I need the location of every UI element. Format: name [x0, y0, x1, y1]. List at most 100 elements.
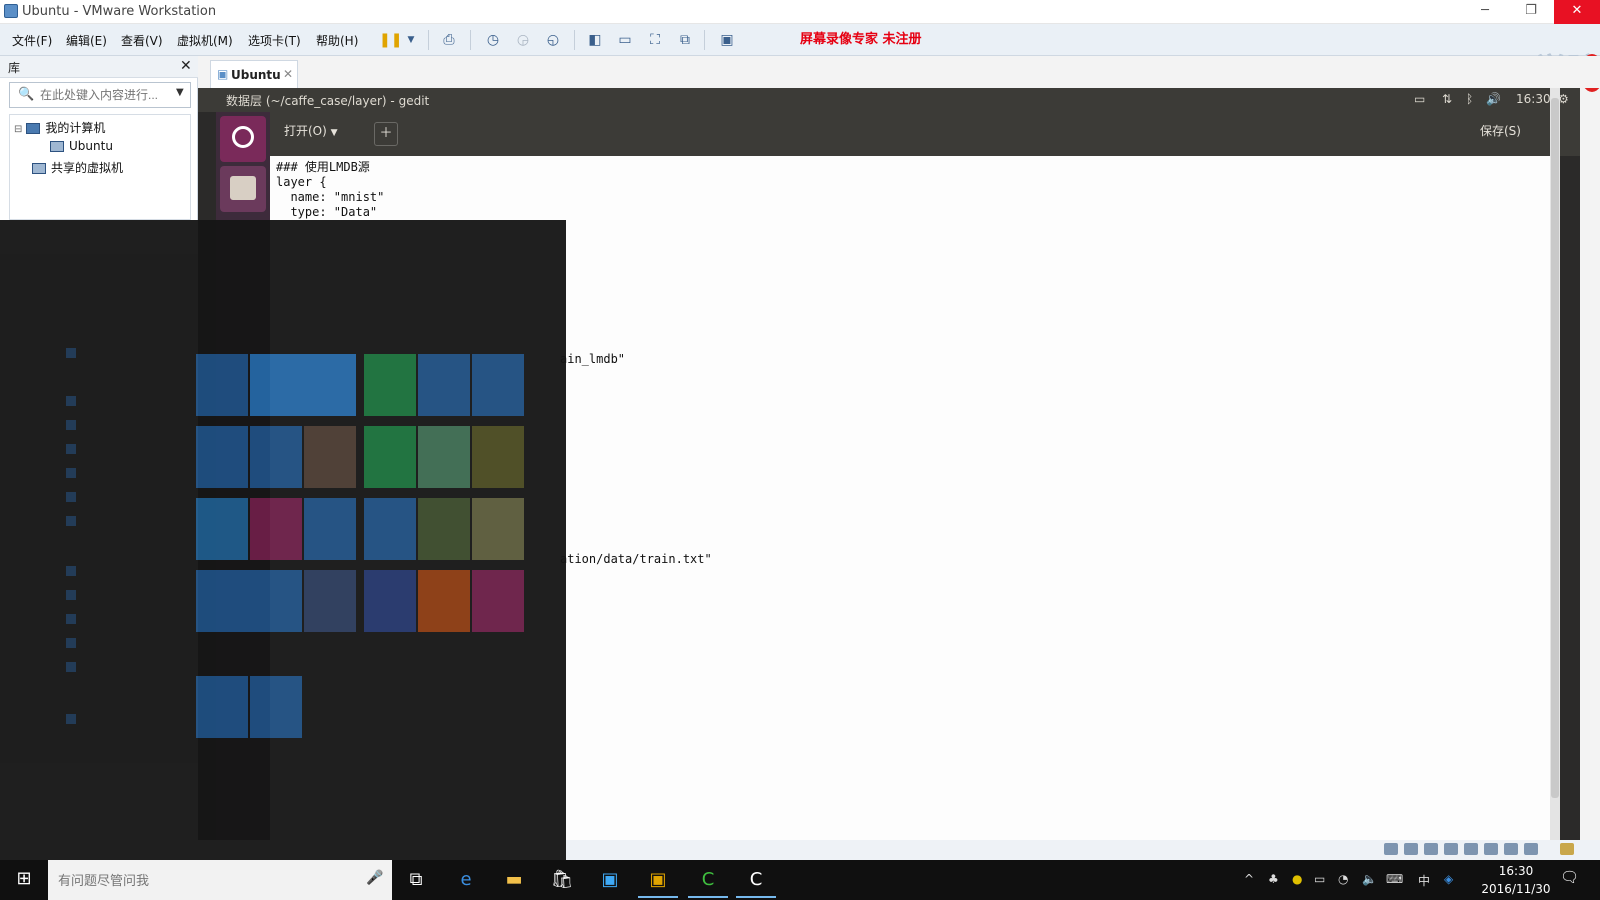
- tile-extra-2[interactable]: [250, 676, 302, 738]
- tile-game2[interactable]: [418, 498, 470, 560]
- display-icon[interactable]: [1524, 843, 1538, 855]
- taskbar-clock-date[interactable]: 2016/11/30: [1476, 882, 1556, 896]
- file-explorer-icon[interactable]: ▬: [494, 864, 534, 898]
- vertical-scrollbar[interactable]: [1550, 88, 1560, 840]
- tile-store[interactable]: [196, 570, 302, 632]
- tray-app-icon[interactable]: ♣: [1268, 872, 1279, 886]
- tab-ubuntu[interactable]: ▣ Ubuntu ✕: [210, 60, 298, 88]
- app-list-icon[interactable]: [66, 396, 76, 406]
- hdd-icon[interactable]: [1384, 843, 1398, 855]
- app-list-icon[interactable]: [66, 348, 76, 358]
- wifi-icon[interactable]: ◔: [1338, 872, 1348, 886]
- app-list-icon[interactable]: [66, 614, 76, 624]
- app-list-icon[interactable]: [66, 714, 76, 724]
- ubuntu-dash-icon[interactable]: [220, 116, 266, 162]
- green-app-icon[interactable]: C: [688, 864, 728, 898]
- store-icon[interactable]: 🛍: [542, 864, 582, 898]
- app-list-icon[interactable]: [66, 420, 76, 430]
- unity-icon[interactable]: ⧉: [674, 29, 696, 51]
- tile-maps[interactable]: [196, 498, 248, 560]
- pause-icon[interactable]: ❚❚: [378, 29, 402, 51]
- start-menu[interactable]: [0, 220, 566, 860]
- tile-game3[interactable]: [472, 498, 524, 560]
- tile-mail[interactable]: [250, 354, 356, 416]
- chevron-down-icon[interactable]: ▼: [176, 87, 184, 98]
- tile-xbox[interactable]: [364, 426, 416, 488]
- open-button[interactable]: 打开(O) ▼: [284, 122, 354, 146]
- tile-music[interactable]: [250, 498, 302, 560]
- collapse-icon[interactable]: ⊟: [14, 124, 22, 135]
- tile-game4[interactable]: [364, 570, 416, 632]
- files-icon[interactable]: [220, 166, 266, 212]
- library-search-input[interactable]: [40, 87, 170, 103]
- sound-card-icon[interactable]: [1484, 843, 1498, 855]
- bluetooth-icon[interactable]: ᛒ: [1466, 92, 1473, 106]
- tile-game[interactable]: [472, 426, 524, 488]
- tile-skype[interactable]: [364, 498, 416, 560]
- vmware-taskbar-icon[interactable]: ▣: [638, 864, 678, 898]
- tree-item-shared-vms[interactable]: 共享的虚拟机: [32, 159, 123, 176]
- console-view-icon[interactable]: ▣: [716, 29, 738, 51]
- menu-vm[interactable]: 虚拟机(M): [177, 32, 233, 49]
- menu-help[interactable]: 帮助(H): [316, 32, 358, 49]
- new-tab-button[interactable]: ＋: [374, 122, 398, 146]
- app-list-icon[interactable]: [66, 638, 76, 648]
- cortana-search-input[interactable]: [58, 871, 358, 889]
- tree-item-my-computer[interactable]: ⊟ 我的计算机: [14, 119, 105, 136]
- app-list-icon[interactable]: [66, 662, 76, 672]
- app-list-icon[interactable]: [66, 516, 76, 526]
- network-icon[interactable]: ⇅: [1442, 92, 1452, 106]
- camtasia-icon[interactable]: C: [736, 864, 776, 898]
- microphone-icon[interactable]: 🎤: [366, 870, 383, 886]
- floppy-icon[interactable]: [1424, 843, 1438, 855]
- tile-minecraft[interactable]: [364, 354, 416, 416]
- snapshot-icon[interactable]: ◷: [482, 29, 504, 51]
- tile-candy[interactable]: [418, 426, 470, 488]
- app-icon-blue[interactable]: ▣: [590, 864, 630, 898]
- shield-icon[interactable]: ◈: [1444, 872, 1453, 886]
- close-button[interactable]: ✕: [1554, 0, 1600, 24]
- keyboard-indicator-icon[interactable]: ▭: [1414, 92, 1425, 106]
- full-screen-icon[interactable]: ⛶: [644, 29, 666, 51]
- pause-dropdown-icon[interactable]: ▼: [400, 29, 422, 51]
- app-list-icon[interactable]: [66, 444, 76, 454]
- minimize-button[interactable]: ─: [1462, 0, 1508, 24]
- restore-button[interactable]: ❐: [1508, 0, 1554, 24]
- edge-icon[interactable]: e: [446, 864, 486, 898]
- tile-qq[interactable]: [304, 498, 356, 560]
- ime-indicator[interactable]: 中: [1418, 872, 1430, 889]
- save-button[interactable]: 保存(S): [1480, 122, 1530, 146]
- network-adapter-icon[interactable]: [1444, 843, 1458, 855]
- tile-office[interactable]: [418, 570, 470, 632]
- battery-icon[interactable]: ▭: [1314, 872, 1325, 886]
- show-thumbnail-icon[interactable]: ▭: [614, 29, 636, 51]
- menu-edit[interactable]: 编辑(E): [66, 32, 107, 49]
- menu-view[interactable]: 查看(V): [121, 32, 163, 49]
- menu-tabs[interactable]: 选项卡(T): [248, 32, 301, 49]
- tree-item-ubuntu[interactable]: Ubuntu: [50, 139, 113, 153]
- tile-extra-1[interactable]: [196, 676, 248, 738]
- keyboard-icon[interactable]: ⌨: [1386, 872, 1403, 886]
- app-list-icon[interactable]: [66, 492, 76, 502]
- message-icon[interactable]: [1560, 843, 1574, 855]
- scrollbar-thumb[interactable]: [1551, 98, 1559, 798]
- send-keys-icon[interactable]: ⎙: [438, 29, 460, 51]
- usb-icon[interactable]: [1504, 843, 1518, 855]
- library-close-icon[interactable]: ✕: [180, 58, 192, 74]
- vm-clock[interactable]: 16:30: [1516, 92, 1551, 106]
- printer-icon[interactable]: [1464, 843, 1478, 855]
- app-list-icon[interactable]: [66, 468, 76, 478]
- cdrom-icon[interactable]: [1404, 843, 1418, 855]
- tile-solitaire[interactable]: [304, 570, 356, 632]
- revert-snapshot-icon[interactable]: ◶: [512, 29, 534, 51]
- tray-360-icon[interactable]: ●: [1292, 872, 1302, 886]
- volume-icon[interactable]: 🔊: [1486, 92, 1501, 106]
- speaker-icon[interactable]: 🔈: [1362, 872, 1377, 886]
- tile-movies[interactable]: [472, 354, 524, 416]
- tab-close-icon[interactable]: ✕: [283, 67, 293, 81]
- tile-groove[interactable]: [418, 354, 470, 416]
- chevron-up-icon[interactable]: ^: [1244, 872, 1254, 886]
- snapshot-manager-icon[interactable]: ◵: [542, 29, 564, 51]
- tile-edge[interactable]: [196, 426, 248, 488]
- windows-start-icon[interactable]: ⊞: [0, 860, 48, 900]
